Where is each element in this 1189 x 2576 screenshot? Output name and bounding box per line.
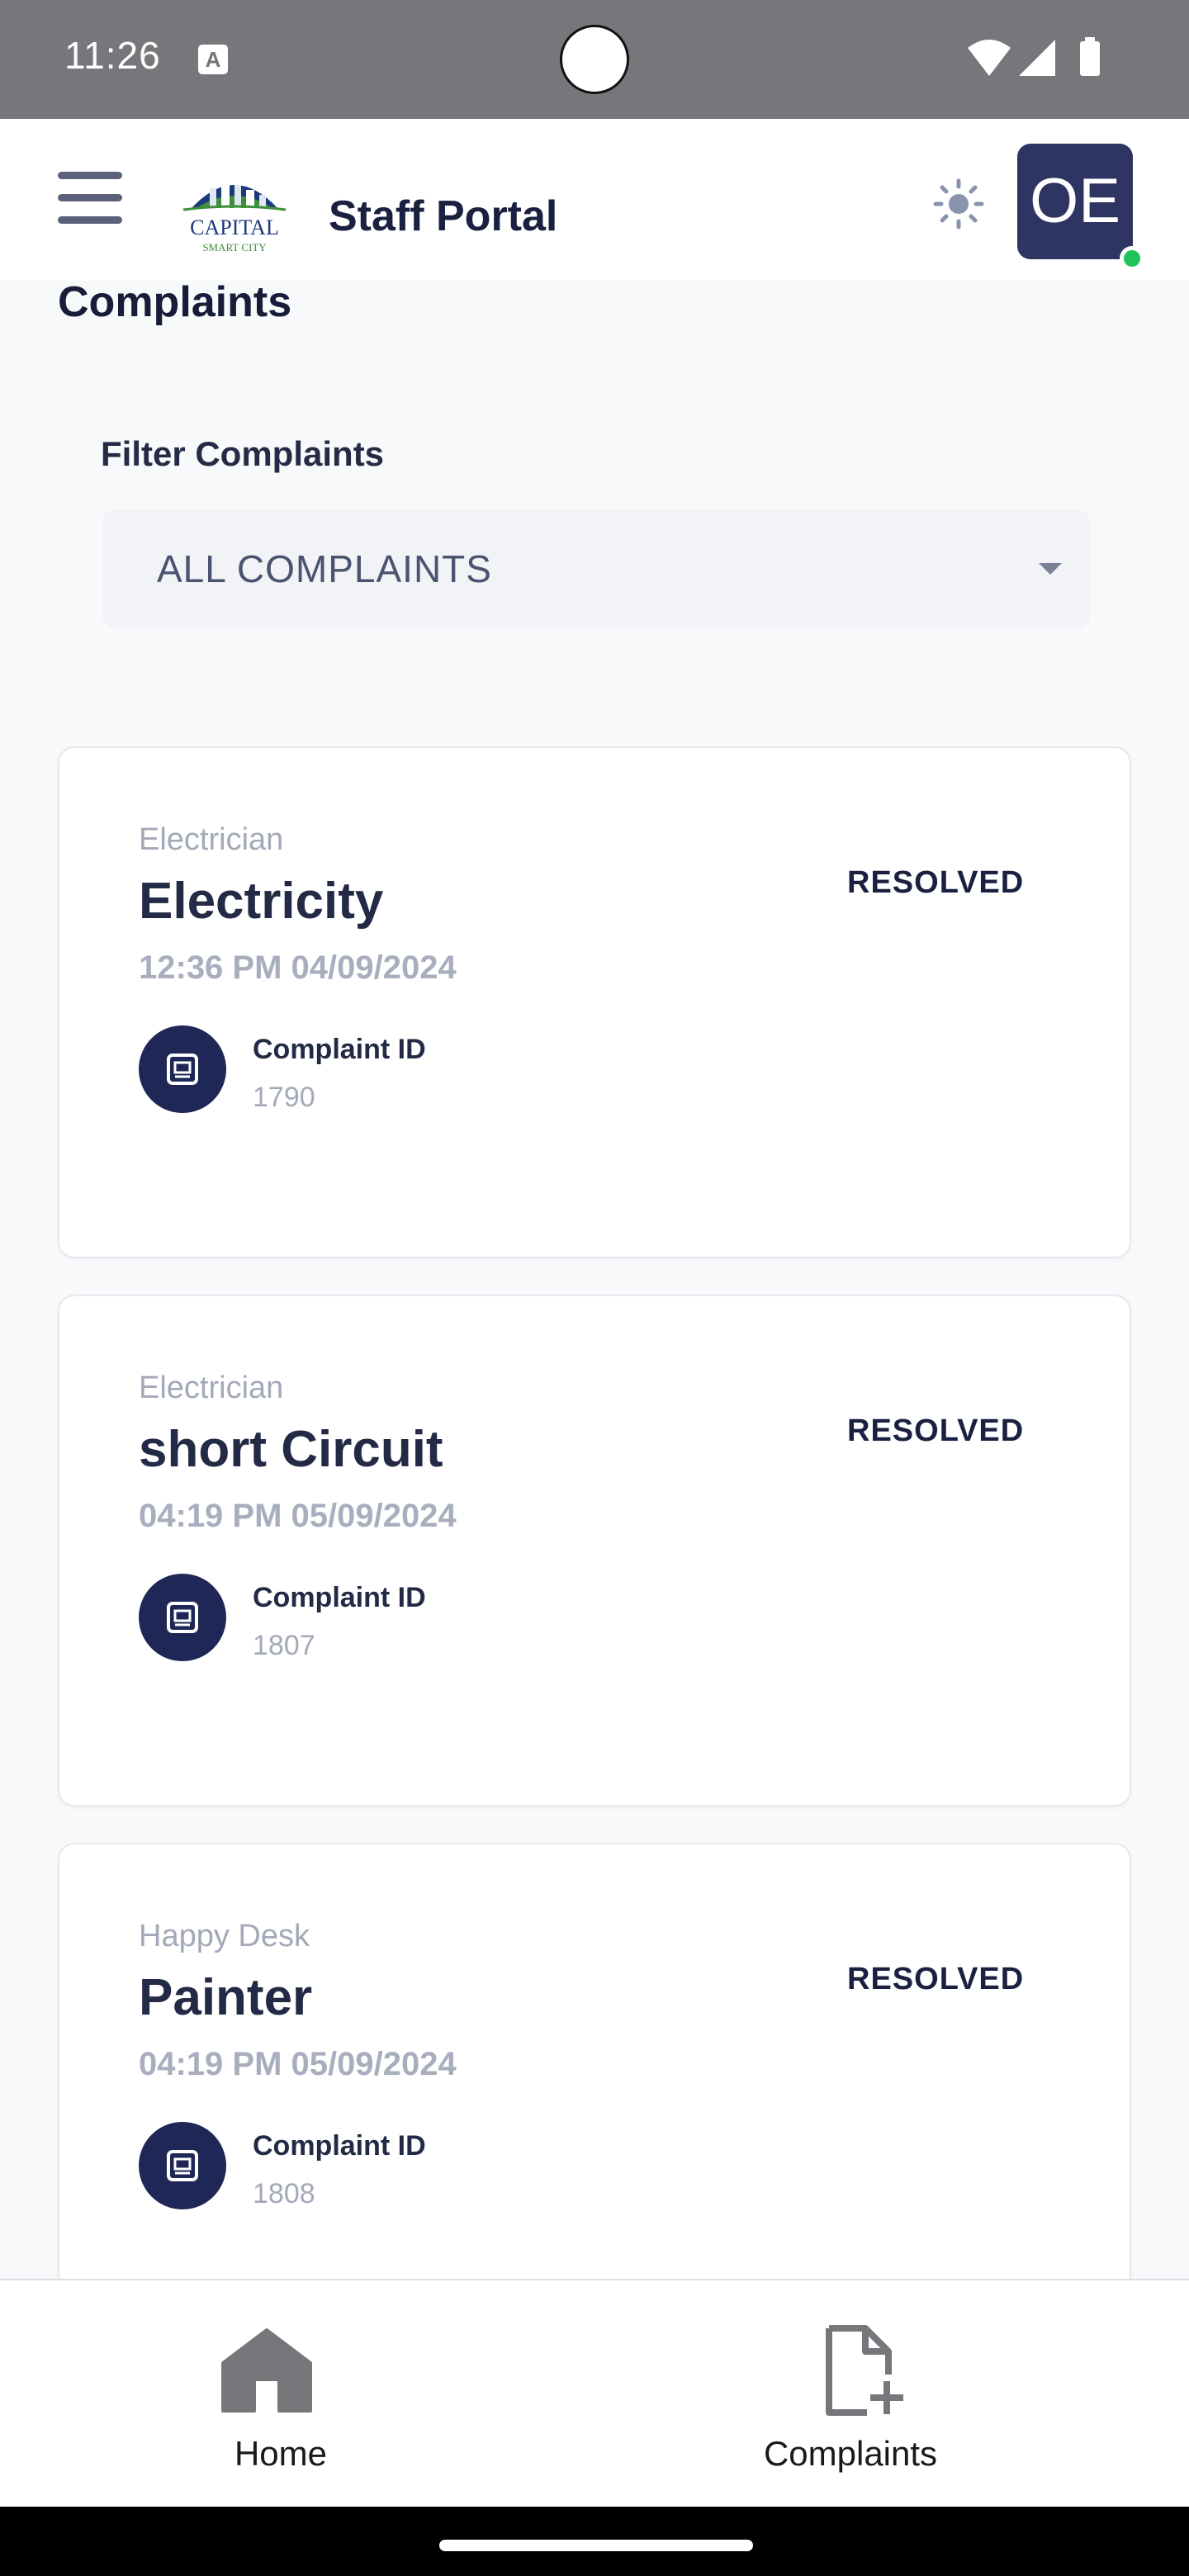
- complaint-title: Electricity: [139, 873, 384, 930]
- signal-icon: [1019, 40, 1055, 76]
- filter-label: Filter Complaints: [101, 434, 385, 473]
- app-header: CAPITAL SMART CITY Staff Portal OE: [0, 119, 1189, 281]
- bottom-nav: Home Complaints: [0, 2279, 1189, 2507]
- complaint-category: Happy Desk: [139, 1919, 310, 1953]
- notification-icon: A: [198, 45, 228, 74]
- complaint-datetime: 04:19 PM 05/09/2024: [139, 1498, 457, 1534]
- page-title: Complaints: [58, 278, 292, 326]
- filter-selected-value: ALL COMPLAINTS: [157, 547, 492, 590]
- home-gesture-handle[interactable]: [439, 2540, 753, 2551]
- complaint-id-value: 1808: [253, 2178, 315, 2209]
- home-icon: [221, 2325, 312, 2420]
- nav-home[interactable]: Home: [0, 2280, 594, 2508]
- complaint-card[interactable]: Electrician short Circuit 04:19 PM 05/09…: [58, 1295, 1131, 1807]
- id-card-icon: [139, 1025, 226, 1113]
- file-add-icon: [822, 2325, 905, 2422]
- logo-text: CAPITAL: [190, 215, 279, 239]
- caret-down-icon: [1039, 563, 1062, 575]
- status-badge: RESOLVED: [847, 1962, 1025, 1996]
- complaint-id-label: Complaint ID: [253, 1582, 426, 1613]
- battery-icon: [1080, 37, 1100, 76]
- id-card-icon: [139, 2122, 226, 2209]
- logo-subtext: SMART CITY: [202, 241, 267, 253]
- id-card-icon: [139, 1574, 226, 1661]
- nav-complaints[interactable]: Complaints: [594, 2280, 1189, 2508]
- complaint-card[interactable]: Happy Desk Painter 04:19 PM 05/09/2024 R…: [58, 1843, 1131, 2305]
- menu-icon[interactable]: [58, 172, 122, 225]
- complaint-id-value: 1807: [253, 1630, 315, 1661]
- complaint-id-value: 1790: [253, 1082, 315, 1113]
- complaint-id-label: Complaint ID: [253, 1034, 426, 1065]
- nav-home-label: Home: [234, 2434, 328, 2473]
- nav-complaints-label: Complaints: [763, 2434, 938, 2473]
- complaint-category: Electrician: [139, 1371, 284, 1405]
- status-badge: RESOLVED: [847, 1413, 1025, 1448]
- theme-toggle-sun-icon[interactable]: [933, 178, 984, 230]
- status-icons: [966, 36, 1115, 87]
- complaint-title: Painter: [139, 1969, 313, 2026]
- complaint-datetime: 12:36 PM 04/09/2024: [139, 949, 457, 986]
- status-bar: 11:26 A: [0, 0, 1189, 119]
- complaint-title: short Circuit: [139, 1421, 443, 1478]
- complaint-category: Electrician: [139, 822, 284, 857]
- gesture-navigation-bar: [0, 2507, 1189, 2576]
- wifi-icon: [968, 40, 1011, 76]
- portal-title: Staff Portal: [329, 192, 558, 240]
- complaint-datetime: 04:19 PM 05/09/2024: [139, 2046, 457, 2082]
- camera-cutout: [560, 25, 629, 94]
- complaint-id-label: Complaint ID: [253, 2130, 426, 2162]
- status-time: 11:26: [64, 34, 161, 77]
- status-badge: RESOLVED: [847, 865, 1025, 900]
- complaint-card[interactable]: Electrician Electricity 12:36 PM 04/09/2…: [58, 746, 1131, 1258]
- capital-smart-city-logo: CAPITAL SMART CITY: [167, 165, 302, 258]
- online-status-dot: [1120, 246, 1144, 271]
- filter-dropdown[interactable]: ALL COMPLAINTS: [102, 510, 1090, 627]
- avatar[interactable]: OE: [1017, 144, 1133, 259]
